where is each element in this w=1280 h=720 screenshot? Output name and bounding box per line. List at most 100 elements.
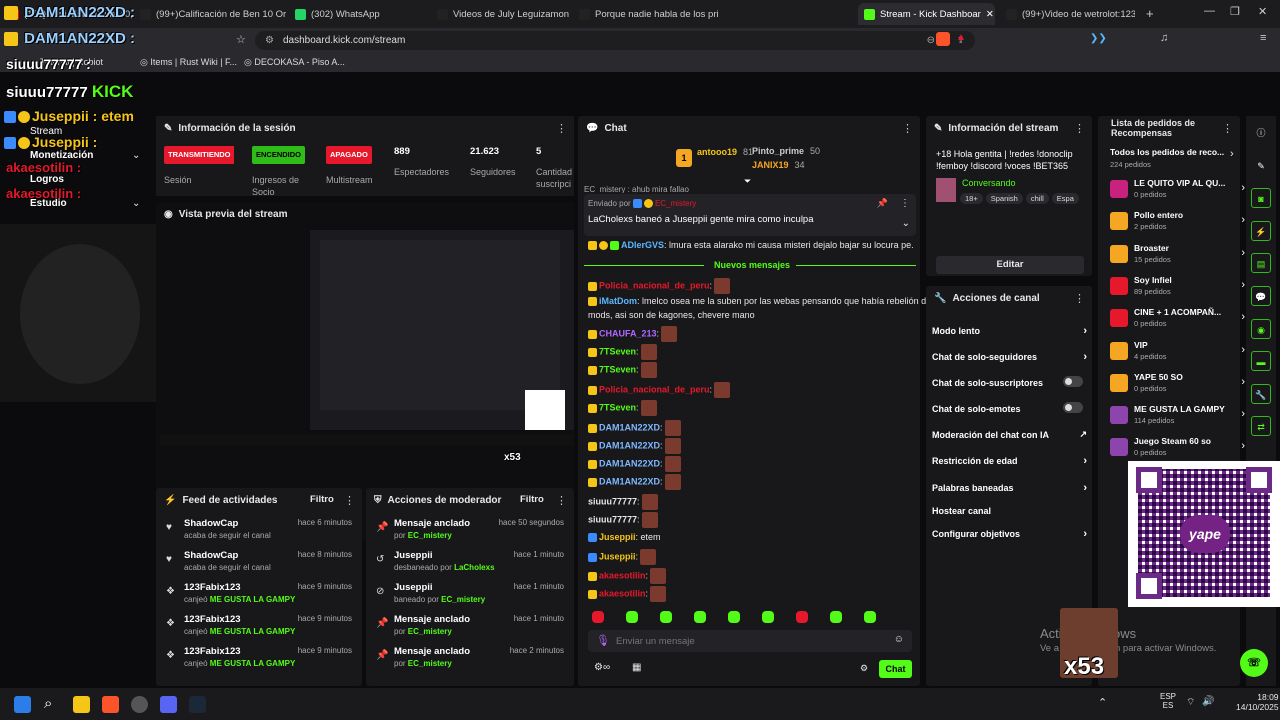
close-tab-icon[interactable]: ✕ [986, 9, 994, 20]
wifi-icon[interactable]: ⌔ [1186, 696, 1195, 709]
stream-tag[interactable]: 18+ [960, 193, 983, 204]
channel-action-item[interactable]: Moderación del chat con IA ↗ [932, 429, 1087, 440]
chevron-right-icon[interactable]: › [1230, 148, 1234, 160]
chat-username[interactable]: akaesotilin [599, 588, 646, 598]
brave-browser-icon[interactable] [102, 696, 119, 713]
gear-icon[interactable]: ⚙ [860, 663, 868, 674]
close-window-icon[interactable]: ✕ [1258, 5, 1267, 18]
channel-action-item[interactable]: Configurar objetivos › [932, 528, 1087, 540]
clock[interactable]: 18:09 14/10/2025 [1236, 692, 1279, 712]
channel-action-item[interactable]: Chat de solo-suscriptores [932, 376, 1087, 388]
reward-request-item[interactable]: Pollo entero 2 pedidos › [1110, 210, 1245, 238]
more-options-icon[interactable]: ⋮ [556, 494, 567, 507]
site-info-icon[interactable]: ⚙ [265, 31, 274, 50]
activity-user[interactable]: ShadowCap [184, 550, 238, 561]
camera-icon[interactable]: ◙ [1251, 188, 1271, 209]
feed-filter-button[interactable]: Filtro [310, 494, 334, 505]
quick-emote-button[interactable] [796, 611, 808, 623]
obs-icon[interactable] [131, 696, 148, 713]
toggle-switch[interactable] [1063, 402, 1083, 413]
toggle-switch[interactable] [1063, 376, 1083, 387]
chat-username[interactable]: 7TSeven [599, 346, 636, 356]
chat-username[interactable]: siuuu77777 [588, 496, 637, 506]
broadcast-icon[interactable]: ◉ [1251, 318, 1271, 339]
chat-username[interactable]: DAM1AN22XD [599, 422, 660, 432]
bolt-icon[interactable]: ⚡ [1251, 220, 1271, 241]
all-requests-row[interactable]: Todos los pedidos de reco... 224 pedidos [1110, 146, 1240, 170]
more-options-icon[interactable]: ⋮ [1074, 292, 1085, 305]
quick-emote-button[interactable] [626, 611, 638, 623]
quick-emote-button[interactable] [830, 611, 842, 623]
bookmark-rust-wiki[interactable]: ◎ Items | Rust Wiki | F... [140, 57, 237, 68]
browser-tab[interactable]: Videos de July Leguizamon (@ [431, 3, 571, 25]
highlight-user[interactable]: ME GUSTA LA GAMPY [210, 595, 295, 604]
sidebar-item-logros[interactable]: Logros [30, 174, 64, 185]
highlight-user[interactable]: EC_mistery [408, 659, 452, 668]
channel-action-item[interactable]: Hostear canal [932, 506, 1087, 516]
mod-filter-button[interactable]: Filtro [520, 494, 544, 505]
chat-username[interactable]: Juseppii [599, 551, 636, 561]
browser-tab[interactable]: (99+)Video de wetrolot:123 (@ [1000, 3, 1135, 25]
chat-leader[interactable]: JANIX19 34 [752, 160, 805, 170]
quick-emote-button[interactable] [694, 611, 706, 623]
chat-username[interactable]: akaesotilin [599, 570, 646, 580]
maximize-icon[interactable]: ❐ [1230, 5, 1240, 18]
more-options-icon[interactable]: ⋮ [556, 122, 567, 135]
chat-icon[interactable]: 💬 [1251, 286, 1271, 306]
chat-username[interactable]: DAM1AN22XD [599, 476, 660, 486]
search-icon[interactable]: ⌕ [44, 695, 52, 712]
support-chat-icon[interactable]: ☏ [1240, 649, 1268, 677]
steam-icon[interactable] [189, 696, 206, 713]
highlight-user[interactable]: ME GUSTA LA GAMPY [210, 659, 295, 668]
activity-user[interactable]: 123Fabix123 [184, 646, 241, 657]
microphone-icon[interactable]: 🎙 [596, 634, 610, 647]
browser-tab[interactable]: (302) WhatsApp [289, 3, 429, 25]
highlight-user[interactable]: ME GUSTA LA GAMPY [210, 627, 295, 636]
quick-emote-button[interactable] [592, 611, 604, 623]
send-chat-button[interactable]: Chat [879, 660, 912, 678]
quick-emote-button[interactable] [660, 611, 672, 623]
info-icon[interactable]: ⓘ [1251, 123, 1271, 143]
reward-request-item[interactable]: VIP 4 pedidos › [1110, 340, 1245, 368]
reward-request-item[interactable]: YAPE 50 SO 0 pedidos › [1110, 372, 1245, 400]
channel-action-item[interactable]: Restricción de edad › [932, 455, 1087, 467]
reward-request-item[interactable]: ME GUSTA LA GAMPY 114 pedidos › [1110, 404, 1245, 432]
stream-tag[interactable]: Spanish [985, 193, 1023, 204]
channel-action-item[interactable]: Modo lento › [932, 325, 1087, 337]
music-icon[interactable]: ♫ [1160, 32, 1168, 44]
minimize-icon[interactable]: — [1204, 5, 1215, 17]
quick-emote-button[interactable] [864, 611, 876, 623]
file-explorer-icon[interactable] [73, 696, 90, 713]
chat-username[interactable]: 7TSeven [599, 364, 636, 374]
highlight-user[interactable]: EC_mistery [408, 531, 452, 540]
more-options-icon[interactable]: ⋮ [1074, 122, 1085, 135]
rewards-icon[interactable]: ▲ [956, 32, 966, 43]
chat-leader[interactable]: Pinto_prime 50 [752, 146, 820, 156]
settings-icon[interactable]: ⚙∞ [594, 662, 610, 673]
highlight-user[interactable]: LaCholexs [454, 563, 494, 572]
chat-username[interactable]: DAM1AN22XD [599, 458, 660, 468]
chat-input[interactable] [616, 633, 876, 649]
more-options-icon[interactable]: ⋮ [902, 122, 913, 135]
discord-icon[interactable] [160, 696, 177, 713]
more-options-icon[interactable]: ⋮ [1222, 122, 1233, 135]
chat-username[interactable]: CHAUFA_213 [599, 328, 657, 338]
activity-user[interactable]: ShadowCap [184, 518, 238, 529]
zoom-icon[interactable]: ⊖ [927, 31, 935, 50]
language-indicator[interactable]: ESP ES [1160, 692, 1176, 710]
stream-tag[interactable]: Espa [1051, 193, 1079, 204]
emoji-icon[interactable]: ☺ [894, 634, 904, 645]
list-icon[interactable]: ▬ [1251, 351, 1271, 372]
reward-request-item[interactable]: Broaster 15 pedidos › [1110, 243, 1245, 271]
activity-user[interactable]: 123Fabix123 [184, 614, 241, 625]
chevron-down-icon[interactable]: ⌄ [132, 198, 140, 209]
clipboard-icon[interactable]: ▤ [1251, 253, 1271, 274]
wrench-icon[interactable]: 🔧 [1251, 383, 1271, 404]
more-options-icon[interactable]: ⋮ [344, 494, 355, 507]
brave-shield-icon[interactable] [936, 32, 950, 46]
chat-username[interactable]: DAM1AN22XD [599, 440, 660, 450]
url-input[interactable]: ⚙ dashboard.kick.com/stream ⊖ ⇪ [255, 31, 975, 50]
channel-action-item[interactable]: Chat de solo-emotes [932, 402, 1087, 414]
tray-expand-icon[interactable]: ⌃ [1098, 696, 1107, 709]
chat-username[interactable]: ADlerGVS [621, 240, 664, 250]
